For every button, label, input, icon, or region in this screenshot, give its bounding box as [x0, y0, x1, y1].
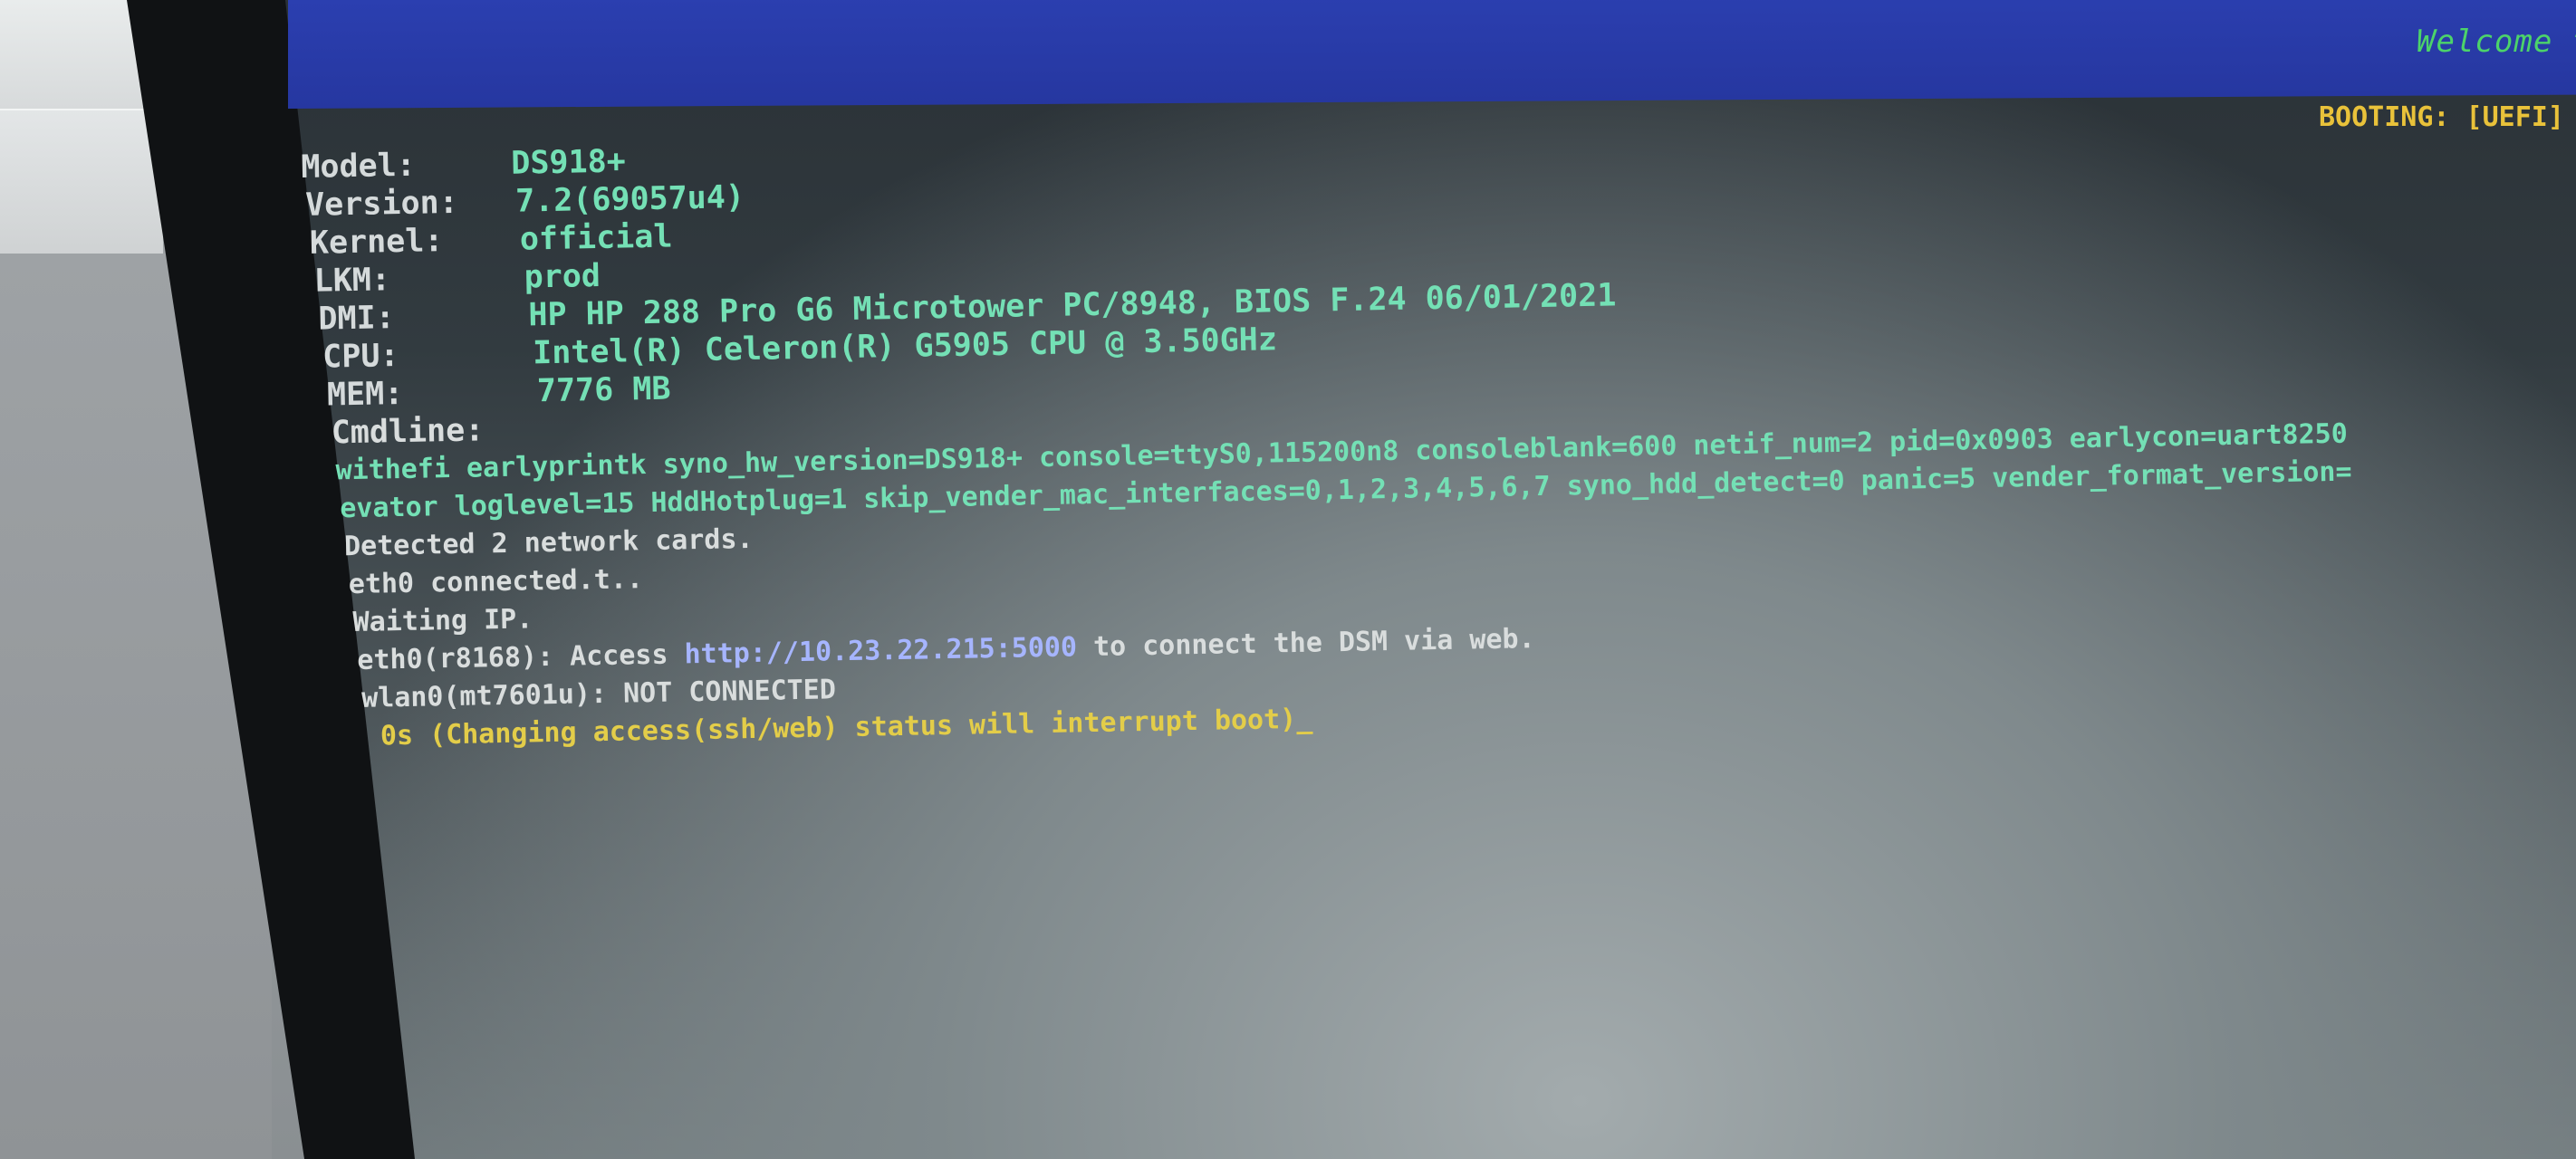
wall-panel-middle [0, 109, 163, 255]
info-label: CPU: [322, 338, 399, 376]
info-label: MEM: [326, 375, 404, 414]
booting-mode-text: BOOTING: [UEFI] [2319, 101, 2564, 133]
info-value: prod [524, 257, 601, 296]
info-value: DS918+ [510, 143, 627, 182]
boot-title-bar [288, 0, 2576, 110]
photo-scene: Welcome t BOOTING: [UEFI] Model: DS918+ V… [0, 0, 2576, 1159]
boot-console: Model: DS918+ Version: 7.2(69057u4) Kernel… [301, 111, 2352, 757]
info-label: DMI: [318, 300, 396, 338]
dsm-url-link: http://10.23.22.215:5000 [684, 631, 1078, 671]
eth0-access-suffix: to connect the DSM via web. [1076, 623, 1535, 664]
info-value: 7.2(69057u4) [514, 179, 745, 220]
welcome-text: Welcome t [2417, 24, 2576, 60]
info-value: official [519, 218, 673, 258]
info-value: 7776 MB [536, 370, 671, 410]
info-label: Kernel: [309, 223, 444, 262]
info-label: Model: [301, 147, 417, 186]
info-label: LKM: [313, 262, 391, 300]
info-label: Version: [304, 184, 459, 224]
eth0-access-prefix: eth0(r8168): Access [357, 638, 685, 676]
